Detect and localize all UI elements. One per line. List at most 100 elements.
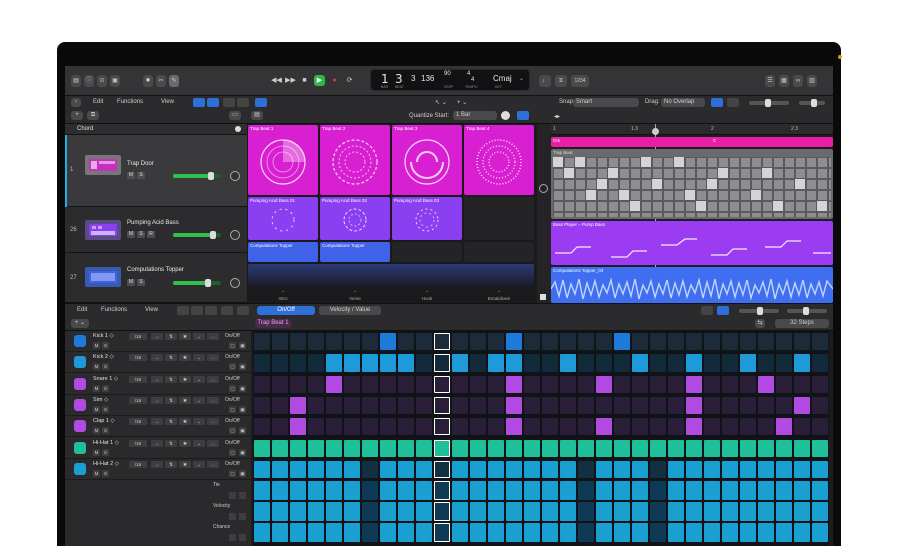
sublane-step[interactable]	[362, 502, 378, 522]
step-cell[interactable]	[434, 460, 450, 479]
step-cell[interactable]	[794, 396, 810, 415]
step-cell[interactable]	[776, 460, 792, 479]
queue-icon[interactable]	[501, 111, 510, 120]
sublane-step[interactable]	[524, 502, 540, 522]
step-cell[interactable]	[488, 396, 504, 415]
scene-trigger-intro[interactable]: ⌃ Intro	[248, 290, 318, 302]
seq-chevron-icon[interactable]: ⌄	[193, 375, 205, 383]
sublane-step[interactable]	[470, 502, 486, 522]
sublane-step[interactable]	[524, 481, 540, 501]
playhead-handle[interactable]	[652, 128, 659, 135]
step-cell[interactable]	[758, 460, 774, 479]
step-cell[interactable]	[740, 439, 756, 457]
step-cell[interactable]	[686, 396, 702, 415]
step-cell[interactable]	[686, 375, 702, 393]
step-cell[interactable]	[668, 396, 684, 415]
step-cell[interactable]	[614, 375, 630, 393]
seq-rate-select[interactable]: /16	[129, 439, 147, 447]
step-cell[interactable]	[290, 439, 306, 457]
sublane-step[interactable]	[812, 523, 828, 543]
step-cell[interactable]	[524, 396, 540, 415]
sublane-step[interactable]	[596, 481, 612, 501]
sublane-step[interactable]	[722, 502, 738, 522]
step-cell[interactable]	[722, 439, 738, 457]
pan-knob[interactable]	[230, 278, 240, 288]
cell-pumping-acid-bass-01[interactable]: Pumping Acid Bass 01	[248, 197, 318, 240]
seq-zoom-slider-2[interactable]	[787, 307, 827, 315]
step-cell[interactable]	[506, 333, 522, 351]
step-cell[interactable]	[290, 354, 306, 372]
step-cell[interactable]	[704, 354, 720, 372]
step-cell[interactable]	[524, 418, 540, 436]
loop-length-icon[interactable]: ⇆	[755, 319, 765, 328]
step-cell[interactable]	[488, 333, 504, 351]
step-cell[interactable]	[434, 418, 450, 436]
step-cell[interactable]	[668, 354, 684, 372]
step-cell[interactable]	[380, 375, 396, 393]
step-cell[interactable]	[362, 418, 378, 436]
step-cell[interactable]	[272, 333, 288, 351]
step-cell[interactable]	[560, 333, 576, 351]
volume-fader[interactable]	[173, 172, 221, 180]
play-button[interactable]: ▶	[314, 75, 325, 86]
step-cell[interactable]	[542, 375, 558, 393]
step-cell[interactable]	[362, 396, 378, 415]
seq-copy-icon[interactable]: ▢	[229, 427, 236, 435]
bar-ruler[interactable]: 1 1.3 2 2.3	[551, 124, 833, 135]
sublane-step[interactable]	[344, 523, 360, 543]
mute-button[interactable]: M	[127, 172, 135, 179]
stop-icon[interactable]: ■	[299, 75, 310, 86]
loop-browser-icon[interactable]: ∞	[793, 75, 803, 87]
step-cell[interactable]	[470, 333, 486, 351]
sublane-step[interactable]	[650, 523, 666, 543]
step-cell[interactable]	[326, 354, 342, 372]
step-cell[interactable]	[794, 354, 810, 372]
seq-more-icon[interactable]: …	[207, 439, 219, 447]
sun-icon[interactable]: ✹	[143, 75, 153, 87]
step-cell[interactable]	[668, 460, 684, 479]
step-cell[interactable]	[398, 396, 414, 415]
step-cell[interactable]	[254, 460, 270, 479]
sublane-step[interactable]	[506, 523, 522, 543]
step-cell[interactable]	[794, 333, 810, 351]
seq-solo-button[interactable]: S	[102, 448, 109, 456]
sublane-step[interactable]	[542, 523, 558, 543]
sublane-step[interactable]	[812, 481, 828, 501]
flex-icon[interactable]	[255, 98, 267, 107]
step-cell[interactable]	[344, 333, 360, 351]
step-cell[interactable]	[578, 333, 594, 351]
steps-select[interactable]: 32 Steps	[775, 319, 829, 328]
step-cell[interactable]	[632, 418, 648, 436]
solo-button[interactable]: S	[137, 172, 145, 179]
seq-sublane[interactable]: Chance	[65, 522, 251, 542]
step-cell[interactable]	[362, 333, 378, 351]
sublane-step[interactable]	[668, 481, 684, 501]
step-cell[interactable]	[668, 375, 684, 393]
scene-icon[interactable]: ▭	[229, 111, 241, 120]
step-cell[interactable]	[650, 375, 666, 393]
metronome-icon[interactable]: ⧖	[555, 75, 567, 87]
seq-rate-select[interactable]: /16	[129, 460, 147, 468]
seq-rate-select[interactable]: /16	[129, 375, 147, 383]
sublane-step[interactable]	[470, 481, 486, 501]
step-cell[interactable]	[632, 375, 648, 393]
empty-cell[interactable]	[464, 242, 534, 262]
sublane-step[interactable]	[542, 502, 558, 522]
sublane-step[interactable]	[560, 523, 576, 543]
step-cell[interactable]	[344, 375, 360, 393]
scene-trigger-verse[interactable]: ⌃ Verse	[320, 290, 390, 302]
seq-mute-button[interactable]: M	[93, 469, 100, 477]
step-cell[interactable]	[344, 354, 360, 372]
step-cell[interactable]	[470, 439, 486, 457]
waveform-zoom-icon[interactable]	[711, 98, 723, 107]
sublane-step[interactable]	[254, 481, 270, 501]
step-cell[interactable]	[704, 333, 720, 351]
step-cell[interactable]	[362, 375, 378, 393]
track-row-pumping-acid-bass[interactable]: 26 Pumping Acid Bass M S R	[65, 207, 247, 253]
sublane-step[interactable]	[398, 502, 414, 522]
sublane-step[interactable]	[758, 502, 774, 522]
grid-view-icon[interactable]	[193, 98, 205, 107]
step-cell[interactable]	[272, 439, 288, 457]
sublane-step[interactable]	[344, 481, 360, 501]
seq-more-icon[interactable]: …	[207, 354, 219, 362]
